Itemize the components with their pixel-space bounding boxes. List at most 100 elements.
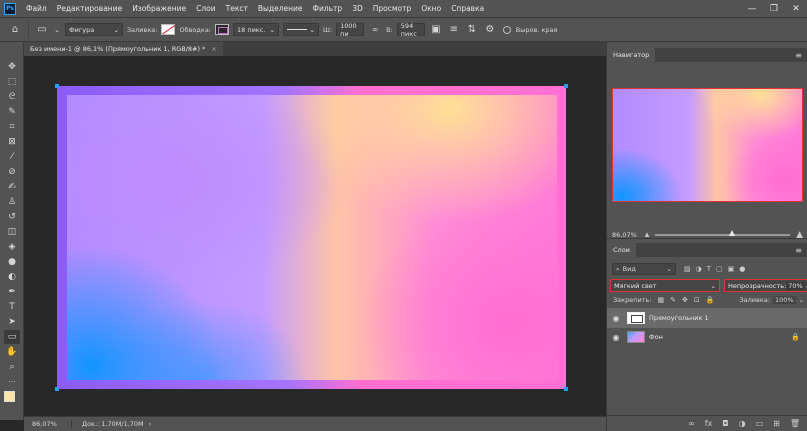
crop-tool-icon[interactable]: ⌗ [4, 120, 20, 134]
panel-menu-icon[interactable]: ≡ [795, 246, 802, 255]
rectangle-tool-icon[interactable]: ▭ [4, 330, 20, 344]
navigator-tab[interactable]: Навигатор [607, 48, 656, 62]
link-icon[interactable]: ∞ [368, 23, 382, 37]
brush-tool-icon[interactable]: ✍ [4, 180, 20, 194]
menu-file[interactable]: Файл [21, 4, 52, 13]
menu-layers[interactable]: Слои [191, 4, 221, 13]
blur-tool-icon[interactable]: ● [4, 255, 20, 269]
rectangle-tool-preset-icon[interactable]: ▭ [35, 23, 49, 37]
navigator-zoom-slider[interactable] [655, 230, 791, 236]
marquee-tool-icon[interactable]: ⬚ [4, 75, 20, 89]
link-layers-icon[interactable]: ∞ [688, 419, 695, 428]
filter-type-icon[interactable]: T [707, 265, 711, 273]
width-input[interactable]: 1000 пи [336, 22, 365, 38]
filter-adjustment-icon[interactable]: ◑ [696, 265, 702, 273]
stroke-width-field[interactable]: 18 пикс. ⌄ [233, 23, 279, 36]
eye-icon[interactable]: ◉ [607, 314, 625, 323]
menu-window[interactable]: Окно [416, 4, 446, 13]
close-button[interactable]: ✕ [785, 0, 807, 17]
panel-menu-icon[interactable]: ≡ [795, 51, 802, 60]
quick-selection-tool-icon[interactable]: ✎ [4, 105, 20, 119]
menu-filter[interactable]: Фильтр [308, 4, 348, 13]
gear-icon[interactable]: ⚙ [483, 23, 497, 37]
filter-pixel-icon[interactable]: ▨ [684, 265, 691, 273]
type-tool-icon[interactable]: T [4, 300, 20, 314]
eye-icon[interactable]: ◉ [607, 333, 625, 342]
home-icon[interactable]: ⌂ [8, 23, 22, 37]
path-operations-icon[interactable]: ▣ [429, 23, 443, 37]
restore-button[interactable]: ❐ [763, 0, 785, 17]
fx-icon[interactable]: fx [705, 419, 713, 428]
document-tab[interactable]: Без имени-1 @ 86,1% (Прямоугольник 1, RG… [24, 42, 223, 56]
stroke-swatch[interactable] [215, 24, 229, 35]
menu-help[interactable]: Справка [446, 4, 489, 13]
eraser-tool-icon[interactable]: ◫ [4, 225, 20, 239]
more-tools-icon[interactable]: ··· [4, 375, 20, 389]
frame-tool-icon[interactable]: ⊠ [4, 135, 20, 149]
dodge-tool-icon[interactable]: ◐ [4, 270, 20, 284]
lock-artboard-icon[interactable]: ⊡ [694, 296, 700, 304]
adjustment-layer-icon[interactable]: ◑ [739, 419, 746, 428]
hand-tool-icon[interactable]: ✋ [4, 345, 20, 359]
move-tool-icon[interactable]: ✥ [4, 60, 20, 74]
minimize-button[interactable]: — [741, 0, 763, 17]
smooth-edges-checkbox[interactable] [502, 25, 511, 34]
path-alignment-icon[interactable]: ≡ [447, 23, 461, 37]
healing-brush-tool-icon[interactable]: ⊘ [4, 165, 20, 179]
lasso-tool-icon[interactable]: ᘓ [4, 90, 20, 104]
fill-swatch[interactable] [161, 24, 176, 35]
canvas-area[interactable] [24, 56, 606, 416]
photoshop-logo[interactable]: Ps [4, 2, 16, 15]
lock-pixels-icon[interactable]: ▦ [657, 296, 664, 304]
rectangle-layer-shape[interactable] [67, 95, 557, 380]
chevron-down-icon[interactable]: ⌄ [799, 296, 804, 304]
transform-handle-top-right[interactable] [564, 84, 568, 88]
tool-mode-select[interactable]: Фигура ⌄ [65, 23, 123, 36]
paint-bucket-tool-icon[interactable]: ◈ [4, 240, 20, 254]
transform-handle-bottom-left[interactable] [55, 387, 59, 391]
path-arrangement-icon[interactable]: ⇅ [465, 23, 479, 37]
layers-tab[interactable]: Слои [607, 243, 636, 257]
status-zoom[interactable]: 86,07% [24, 420, 72, 428]
status-menu-arrow[interactable]: › [149, 420, 152, 428]
menu-image[interactable]: Изображение [127, 4, 191, 13]
stroke-type-select[interactable]: ⌄ [283, 23, 319, 36]
menu-select[interactable]: Выделение [253, 4, 308, 13]
foreground-color-swatch[interactable] [4, 391, 15, 402]
eyedropper-tool-icon[interactable]: ⁄ [4, 150, 20, 164]
delete-layer-icon[interactable]: 🗑 [790, 419, 800, 428]
clone-stamp-tool-icon[interactable]: ♙ [4, 195, 20, 209]
filter-toggle-icon[interactable]: ● [739, 265, 745, 273]
lock-position-icon[interactable]: ✥ [682, 296, 688, 304]
path-selection-tool-icon[interactable]: ➤ [4, 315, 20, 329]
chevron-down-icon[interactable]: ⌄ [53, 23, 61, 37]
pen-tool-icon[interactable]: ✒ [4, 285, 20, 299]
document-canvas[interactable] [57, 86, 566, 389]
navigator-slider-thumb[interactable] [729, 230, 736, 236]
history-brush-tool-icon[interactable]: ↺ [4, 210, 20, 224]
lock-paint-icon[interactable]: ✎ [670, 296, 676, 304]
blend-mode-select[interactable]: Мягкий свет ⌄ [610, 279, 720, 292]
filter-shape-icon[interactable]: ▢ [716, 265, 723, 273]
opacity-value[interactable]: 70% [786, 281, 805, 290]
menu-type[interactable]: Текст [221, 4, 253, 13]
lock-all-icon[interactable]: 🔒 [706, 296, 715, 304]
new-group-icon[interactable]: ▭ [756, 419, 764, 428]
zoom-tool-icon[interactable]: ⌕ [4, 360, 20, 374]
transform-handle-top-left[interactable] [55, 84, 59, 88]
close-tab-icon[interactable]: × [211, 45, 216, 53]
height-input[interactable]: 594 пикс [396, 22, 425, 38]
navigator-preview[interactable] [612, 88, 803, 202]
transform-handle-bottom-right[interactable] [564, 387, 568, 391]
new-layer-icon[interactable]: ⊞ [773, 419, 780, 428]
layer-row[interactable]: ◉ Прямоугольник 1 [607, 308, 807, 328]
layer-filter-select[interactable]: ⌕ Вид ⌄ [612, 263, 676, 275]
menu-view[interactable]: Просмотр [368, 4, 417, 13]
fill-value[interactable]: 100% [772, 296, 796, 304]
menu-edit[interactable]: Редактирование [52, 4, 127, 13]
filter-smart-object-icon[interactable]: ▣ [728, 265, 735, 273]
menu-3d[interactable]: 3D [347, 4, 368, 13]
opacity-control[interactable]: Непрозрачность: 70% ⌄ [724, 279, 807, 292]
add-mask-icon[interactable]: ◘ [722, 419, 728, 428]
layer-row[interactable]: ◉ Фон 🔒 [607, 328, 807, 346]
